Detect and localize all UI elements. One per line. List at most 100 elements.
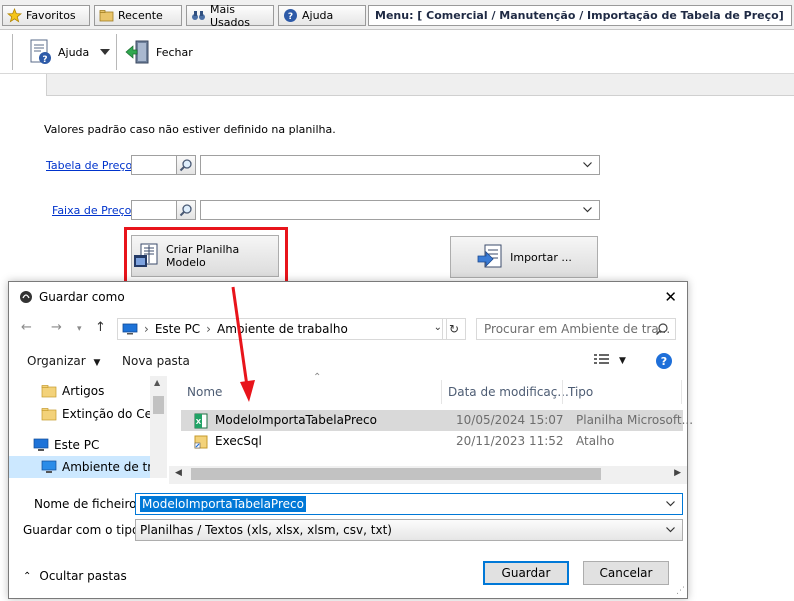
view-options-icon[interactable] xyxy=(593,352,611,369)
tab-label: Mais Usados xyxy=(210,2,250,29)
svg-text:?: ? xyxy=(288,12,293,22)
nav-item-extincao[interactable]: Extinção do Cert xyxy=(41,403,162,425)
dialog-title: Guardar como xyxy=(39,290,125,304)
cancel-button[interactable]: Cancelar xyxy=(583,561,669,585)
import-label: Importar ... xyxy=(510,250,572,264)
binoculars-icon xyxy=(191,8,206,23)
save-button[interactable]: Guardar xyxy=(483,561,569,585)
column-header-type[interactable]: Tipo xyxy=(568,380,593,404)
nav-item-este-pc[interactable]: Este PC xyxy=(33,434,99,456)
folder-icon xyxy=(41,408,57,421)
price-range-select[interactable] xyxy=(200,200,600,220)
scroll-right-icon[interactable]: ▶ xyxy=(674,468,681,478)
import-document-icon xyxy=(476,243,504,271)
search-input[interactable]: Procurar em Ambiente de tra... xyxy=(476,318,676,340)
price-table-lookup-button[interactable] xyxy=(176,155,196,175)
close-button[interactable]: Fechar xyxy=(124,34,193,70)
filetype-select[interactable]: Planilhas / Textos (xls, xlsx, xlsm, csv… xyxy=(135,519,683,541)
price-table-select[interactable] xyxy=(200,155,600,175)
breadcrumb-este-pc[interactable]: Este PC xyxy=(155,322,200,336)
chevron-down-icon xyxy=(583,162,592,168)
chevron-down-icon[interactable]: ▼ xyxy=(619,356,626,366)
this-pc-icon xyxy=(122,323,138,335)
price-table-link[interactable]: Tabela de Preço: xyxy=(46,159,136,172)
chevron-down-icon[interactable]: ▾ xyxy=(77,324,82,334)
forward-arrow-icon[interactable]: → xyxy=(51,320,62,335)
svg-text:?: ? xyxy=(661,355,667,368)
nav-item-label: Extinção do Cert xyxy=(62,407,162,421)
close-icon[interactable]: ✕ xyxy=(664,288,677,306)
price-range-lookup-button[interactable] xyxy=(176,200,196,220)
help-button[interactable]: ? Ajuda xyxy=(26,34,89,70)
menu-path: Menu: [ Comercial / Manutenção / Importa… xyxy=(368,5,792,26)
file-row[interactable]: X ModeloImportaTabelaPreco 10/05/2024 15… xyxy=(181,410,693,431)
tab-label: Favoritos xyxy=(26,9,76,22)
toolbar: ? Ajuda Fechar xyxy=(0,30,794,74)
sort-ascending-icon: ⌃ xyxy=(313,372,322,383)
price-range-link[interactable]: Faixa de Preço: xyxy=(52,204,135,217)
scroll-thumb[interactable] xyxy=(191,468,601,480)
svg-text:X: X xyxy=(196,418,202,426)
help-icon: ? xyxy=(283,8,298,23)
scroll-left-icon[interactable]: ◀ xyxy=(175,468,182,478)
chevron-down-icon: ▼ xyxy=(93,358,101,368)
organize-button[interactable]: Organizar ▼ xyxy=(27,354,100,368)
file-list: ⌃ Nome Data de modificaç... Tipo X Model… xyxy=(169,372,693,480)
refresh-icon[interactable]: ↻ xyxy=(442,318,466,340)
scroll-thumb[interactable] xyxy=(153,396,164,414)
help-icon[interactable]: ? xyxy=(655,352,673,373)
nav-item-label: Artigos xyxy=(62,384,105,398)
organize-label: Organizar xyxy=(27,354,86,368)
breadcrumb-separator-icon: › xyxy=(206,322,211,336)
hide-folders-toggle[interactable]: ⌃ Ocultar pastas xyxy=(23,569,127,583)
price-table-code-input[interactable] xyxy=(131,155,177,175)
price-range-code-input[interactable] xyxy=(131,200,177,220)
tab-mais-usados[interactable]: Mais Usados xyxy=(186,2,274,29)
tab-label: Recente xyxy=(118,9,163,22)
column-header-date[interactable]: Data de modificaç... xyxy=(448,380,569,404)
back-arrow-icon[interactable]: ← xyxy=(21,320,32,335)
save-as-dialog: Guardar como ✕ ← → ▾ ↑ › Este PC › Ambie… xyxy=(8,281,693,599)
chevron-down-icon xyxy=(666,527,675,533)
breadcrumb-ambiente[interactable]: Ambiente de trabalho xyxy=(217,322,348,336)
column-separator[interactable] xyxy=(441,380,442,404)
nav-scrollbar[interactable]: ▲ xyxy=(150,376,167,478)
tab-label: Ajuda xyxy=(302,9,334,22)
help-dropdown-arrow[interactable] xyxy=(100,34,110,70)
chevron-up-icon: ⌃ xyxy=(23,570,32,582)
chevron-down-icon[interactable] xyxy=(665,498,676,509)
tab-favoritos[interactable]: Favoritos xyxy=(2,5,90,26)
tab-recente[interactable]: Recente xyxy=(94,5,182,26)
file-date: 20/11/2023 11:52 xyxy=(456,434,564,448)
new-folder-button[interactable]: Nova pasta xyxy=(122,354,190,368)
close-button-label: Fechar xyxy=(156,45,193,59)
file-type: Planilha Microsoft... xyxy=(576,413,694,427)
up-arrow-icon[interactable]: ↑ xyxy=(95,320,106,335)
chevron-down-icon[interactable]: ⌄ xyxy=(434,322,442,333)
column-header-name[interactable]: Nome xyxy=(187,380,222,404)
nav-item-ambiente[interactable]: Ambiente de trab xyxy=(41,456,167,478)
file-type: Atalho xyxy=(576,434,615,448)
star-icon xyxy=(7,8,22,23)
file-row[interactable]: ExecSql 20/11/2023 11:52 Atalho xyxy=(181,431,683,452)
column-separator[interactable] xyxy=(562,380,563,404)
filename-input[interactable]: ModeloImportaTabelaPreco xyxy=(135,493,683,515)
chevron-down-icon xyxy=(583,207,592,213)
import-button[interactable]: Importar ... xyxy=(450,236,598,278)
resize-grip-icon[interactable]: ⋰ xyxy=(676,586,685,596)
spreadsheet-file-icon: X xyxy=(194,413,208,429)
navigation-pane: Artigos Extinção do Cert Este PC Ambient… xyxy=(9,376,167,478)
help-button-label: Ajuda xyxy=(58,45,90,59)
tab-ajuda[interactable]: ? Ajuda xyxy=(278,5,366,26)
folder-icon xyxy=(99,8,114,23)
horizontal-scrollbar[interactable]: ◀ ▶ xyxy=(169,466,687,484)
folder-icon xyxy=(41,385,57,398)
panel-header-bar xyxy=(46,74,794,96)
dialog-title-bar: Guardar como ✕ xyxy=(9,282,687,312)
column-separator[interactable] xyxy=(681,380,682,404)
address-bar[interactable]: › Este PC › Ambiente de trabalho ⌄ xyxy=(117,318,447,340)
top-tab-bar: Favoritos Recente Mais Usados ? Ajuda Me… xyxy=(0,0,794,30)
scroll-up-icon[interactable]: ▲ xyxy=(154,378,160,387)
toolbar-separator xyxy=(116,34,117,70)
nav-item-artigos[interactable]: Artigos xyxy=(41,380,104,402)
